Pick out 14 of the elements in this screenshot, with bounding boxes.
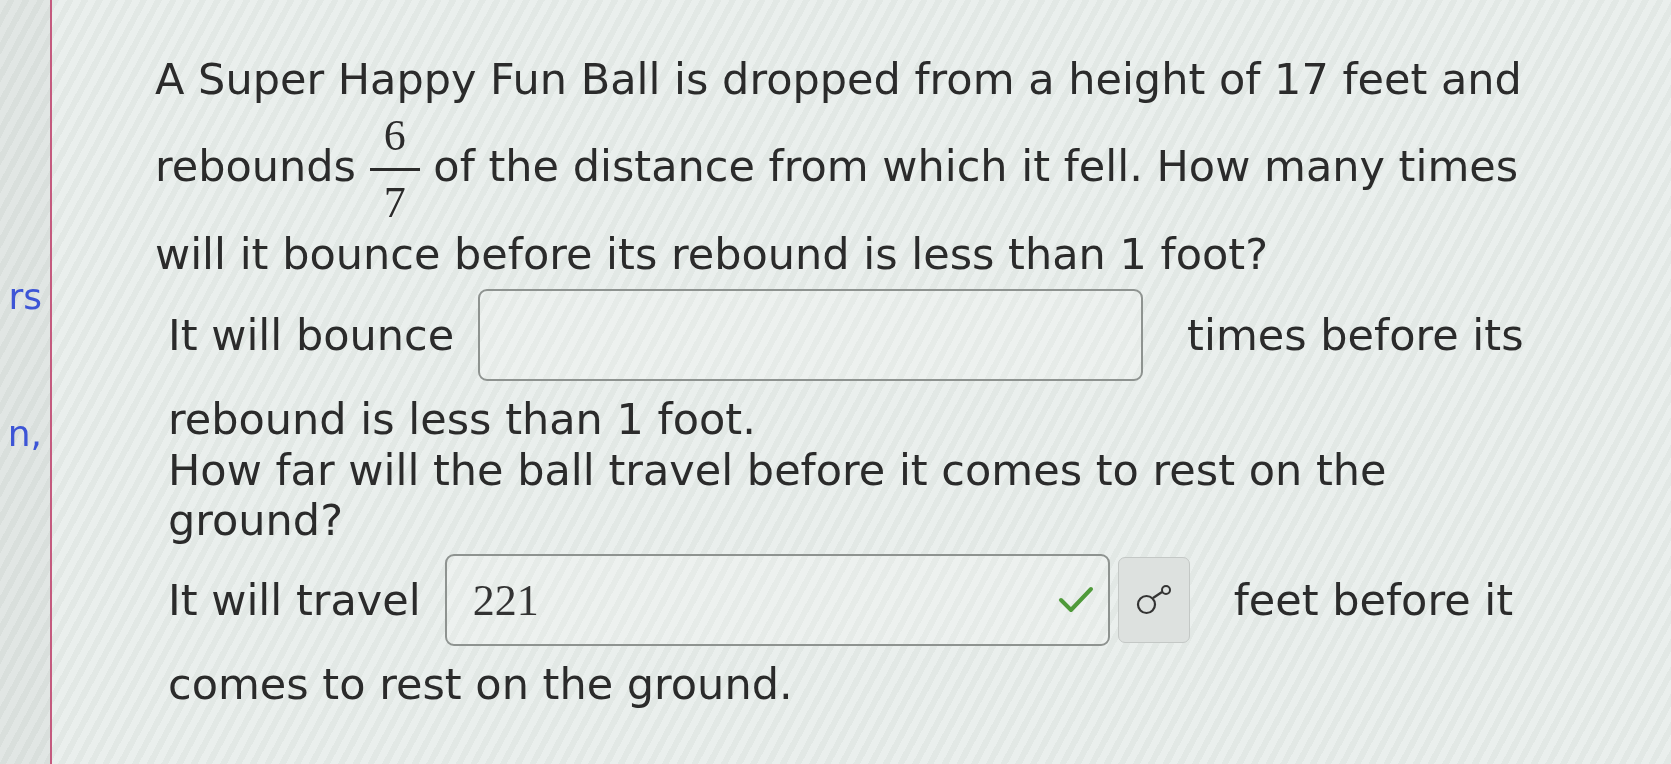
sentence-text: times before its bbox=[1187, 310, 1524, 360]
sentence-text: comes to rest on the ground. bbox=[168, 659, 793, 709]
answer-field[interactable]: 221 bbox=[444, 554, 1110, 646]
question-text: How far will the ball travel before it comes to rest on the ground? bbox=[168, 445, 1388, 545]
answer-field[interactable] bbox=[478, 289, 1144, 381]
sentence-text: It will bounce bbox=[168, 310, 455, 360]
sentence-text: feet before it bbox=[1233, 575, 1514, 625]
cut-off-text: n, bbox=[7, 414, 42, 454]
cut-off-text: rs bbox=[8, 277, 42, 317]
sentence-text: rebound is less than 1 foot. bbox=[168, 394, 756, 444]
superscript-icon bbox=[1135, 585, 1172, 615]
sentence-text: It will travel bbox=[168, 575, 421, 625]
superscript-button[interactable] bbox=[1117, 557, 1190, 643]
checkmark-icon bbox=[1057, 586, 1094, 614]
